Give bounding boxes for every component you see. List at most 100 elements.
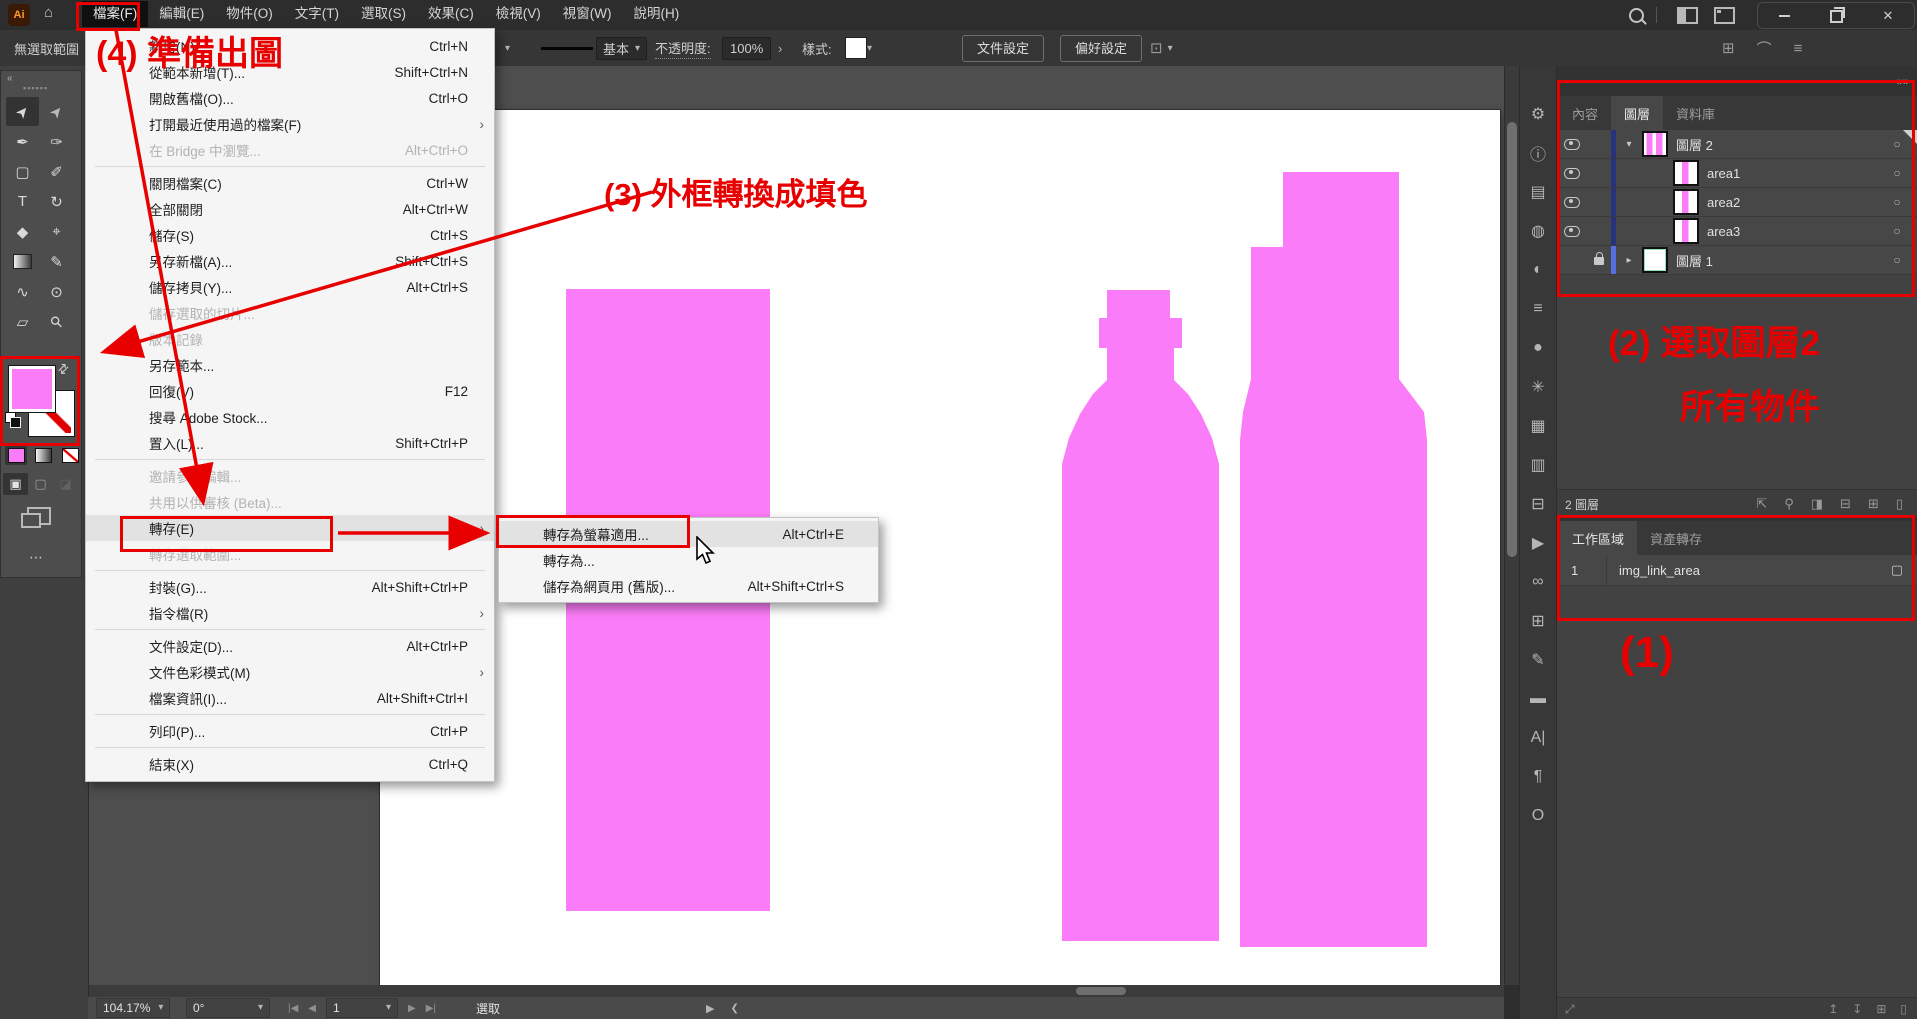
color-icon[interactable]: ◐ xyxy=(1520,250,1556,289)
檢視(V)[interactable]: 檢視(V) xyxy=(485,1,552,27)
close-button[interactable]: ✕ xyxy=(1862,3,1914,28)
direct-selection-tool[interactable]: ➤ xyxy=(40,97,73,126)
在 Bridge 中瀏覽...[interactable]: 在 Bridge 中瀏覽... Alt+Ctrl+O › xyxy=(86,137,494,163)
horizontal-scrollbar[interactable] xyxy=(88,985,1504,997)
儲存(S)[interactable]: 儲存(S) Ctrl+S › xyxy=(86,222,494,248)
編輯(E)[interactable]: 編輯(E) xyxy=(148,1,215,27)
paintbrush-tool[interactable]: ✐ xyxy=(40,157,73,186)
chevron-down-icon[interactable]: ▾ xyxy=(505,43,510,54)
artboard-name[interactable]: img_link_area xyxy=(1607,563,1891,578)
brushes-icon[interactable]: ✳ xyxy=(1520,367,1556,406)
artboard-number-field[interactable]: 1▾ xyxy=(326,998,398,1018)
layer-name[interactable]: area3 xyxy=(1707,224,1877,239)
info-icon[interactable]: ⓘ xyxy=(1520,133,1556,172)
expand-icon[interactable]: ▾ xyxy=(1616,139,1642,150)
delete-layer-icon[interactable]: ▯ xyxy=(1896,496,1903,512)
vertical-scrollbar[interactable] xyxy=(1504,66,1520,985)
gradient-tool[interactable] xyxy=(6,247,39,276)
next-artboard-button[interactable]: ▶ xyxy=(408,1003,416,1014)
appearance-icon[interactable]: ✎ xyxy=(1520,640,1556,679)
物件(O)[interactable]: 物件(O) xyxy=(215,1,284,27)
儲存選取的切片...[interactable]: 儲存選取的切片... › xyxy=(86,300,494,326)
minimize-button[interactable] xyxy=(1758,3,1810,28)
target-circle-icon[interactable]: ○ xyxy=(1877,224,1917,238)
opacity-field[interactable]: 100% xyxy=(722,37,771,60)
工作區域[interactable]: 工作區域 xyxy=(1559,521,1637,555)
圖層 2[interactable]: ▾ 圖層 2 ○ xyxy=(1557,130,1917,159)
status-play-icon[interactable]: ▶ xyxy=(706,1002,714,1015)
magenta-bottle-shape-right[interactable] xyxy=(1240,172,1427,947)
type-tool[interactable]: T xyxy=(6,187,39,216)
邀請參與編輯...[interactable]: 邀請參與編輯... › xyxy=(86,463,494,489)
fill-color-swatch[interactable] xyxy=(8,365,56,413)
說明(H)[interactable]: 說明(H) xyxy=(622,1,690,27)
轉存選取範圍...[interactable]: 轉存選取範圍... › xyxy=(86,541,494,567)
expand-icon[interactable]: ▸ xyxy=(1616,255,1642,266)
default-fill-stroke-icon[interactable] xyxy=(5,412,21,428)
檔案(F)[interactable]: 檔案(F) xyxy=(82,1,148,27)
layer-thumbnail[interactable] xyxy=(1642,131,1668,157)
layer-thumbnail[interactable] xyxy=(1673,189,1699,215)
圖層 1[interactable]: ▸ 圖層 1 ○ xyxy=(1557,246,1917,275)
pen-tool[interactable]: ✒ xyxy=(6,127,39,156)
area1[interactable]: area1 ○ xyxy=(1557,159,1917,188)
文字(T)[interactable]: 文字(T) xyxy=(284,1,350,27)
置入(L)...[interactable]: 置入(L)... Shift+Ctrl+P › xyxy=(86,430,494,456)
status-back-icon[interactable]: ❮ xyxy=(730,1003,738,1014)
zoom-tool[interactable]: ⚲ xyxy=(40,307,73,336)
locate-object-icon[interactable]: ⚲ xyxy=(1784,496,1794,512)
document-info-icon[interactable]: ▤ xyxy=(1520,172,1556,211)
color-button[interactable] xyxy=(5,445,27,465)
target-circle-icon[interactable]: ○ xyxy=(1877,253,1917,267)
expand-panel-icon[interactable]: ⤢ xyxy=(1565,1002,1828,1017)
eraser-tool[interactable]: ◆ xyxy=(6,217,39,246)
搜尋 Adobe Stock...[interactable]: 搜尋 Adobe Stock... › xyxy=(86,404,494,430)
new-sublayer-icon[interactable]: ⊟ xyxy=(1840,496,1851,512)
selection-tool[interactable]: ➤ xyxy=(6,97,39,126)
symbols-icon[interactable]: ▦ xyxy=(1520,406,1556,445)
新增(N)...[interactable]: 新增(N)... Ctrl+N › xyxy=(86,33,494,59)
選取(S)[interactable]: 選取(S) xyxy=(350,1,417,27)
collapse-panels-icon[interactable]: »» xyxy=(1897,76,1909,88)
檔案資訊(I)...[interactable]: 檔案資訊(I)... Alt+Shift+Ctrl+I › xyxy=(86,685,494,711)
area3[interactable]: area3 ○ xyxy=(1557,217,1917,246)
資產轉存[interactable]: 資產轉存 xyxy=(1637,521,1715,555)
儲存拷貝(Y)...[interactable]: 儲存拷貝(Y)... Alt+Ctrl+S › xyxy=(86,274,494,300)
打開最近使用過的檔案(F)[interactable]: 打開最近使用過的檔案(F) › xyxy=(86,111,494,137)
menu-lines-icon[interactable]: ≡ xyxy=(1520,289,1556,328)
screen-mode-icon[interactable] xyxy=(27,507,51,525)
restore-button[interactable] xyxy=(1810,3,1862,28)
asset-export-icon[interactable]: ⊞ xyxy=(1520,601,1556,640)
swatches-icon[interactable]: ● xyxy=(1520,328,1556,367)
links-icon[interactable]: ∞ xyxy=(1520,562,1556,601)
效果(C)[interactable]: 效果(C) xyxy=(417,1,485,27)
brush-definition-select[interactable]: 基本 ▾ xyxy=(596,37,647,60)
zoom-level-field[interactable]: 104.17%▾ xyxy=(96,998,170,1018)
rotate-tool[interactable]: ↻ xyxy=(40,187,73,216)
轉存(E)[interactable]: 轉存(E) › xyxy=(86,515,494,541)
layer-thumbnail[interactable] xyxy=(1673,160,1699,186)
資料庫[interactable]: 資料庫 xyxy=(1663,96,1728,130)
more-tools-icon[interactable]: ⋯ xyxy=(29,549,45,566)
共用以供審核 (Beta)...[interactable]: 共用以供審核 (Beta)... › xyxy=(86,489,494,515)
開啟舊檔(O)...[interactable]: 開啟舊檔(O)... Ctrl+O › xyxy=(86,85,494,111)
全部關閉[interactable]: 全部關閉 Alt+Ctrl+W › xyxy=(86,196,494,222)
layer-thumbnail[interactable] xyxy=(1673,218,1699,244)
prev-artboard-button[interactable]: ◀ xyxy=(308,1003,316,1014)
gradient-panel-icon[interactable]: ▬ xyxy=(1520,679,1556,718)
指令檔(R)[interactable]: 指令檔(R) › xyxy=(86,600,494,626)
圖層[interactable]: 圖層 xyxy=(1611,96,1663,130)
swap-fill-stroke-icon[interactable]: ⇄ xyxy=(54,359,73,378)
selection-options-icon[interactable]: ⊡ xyxy=(1150,39,1163,57)
area2[interactable]: area2 ○ xyxy=(1557,188,1917,217)
shape-builder-tool[interactable]: ⊙ xyxy=(40,277,73,306)
toolbar-grip[interactable]: ▪▪▪▪▪▪ xyxy=(23,83,48,93)
magic-wand-tool[interactable]: ⌖ xyxy=(40,217,73,246)
target-circle-icon[interactable]: ○ xyxy=(1877,137,1917,151)
opacity-label[interactable]: 不透明度: xyxy=(655,38,711,59)
chevron-down-icon[interactable]: ▾ xyxy=(1168,43,1173,54)
文件設定(D)...[interactable]: 文件設定(D)... Alt+Ctrl+P › xyxy=(86,633,494,659)
document-setup-button[interactable]: 文件設定 xyxy=(962,35,1044,62)
列印(P)...[interactable]: 列印(P)... Ctrl+P › xyxy=(86,718,494,744)
artboard-icon[interactable]: ▢ xyxy=(1891,562,1903,578)
